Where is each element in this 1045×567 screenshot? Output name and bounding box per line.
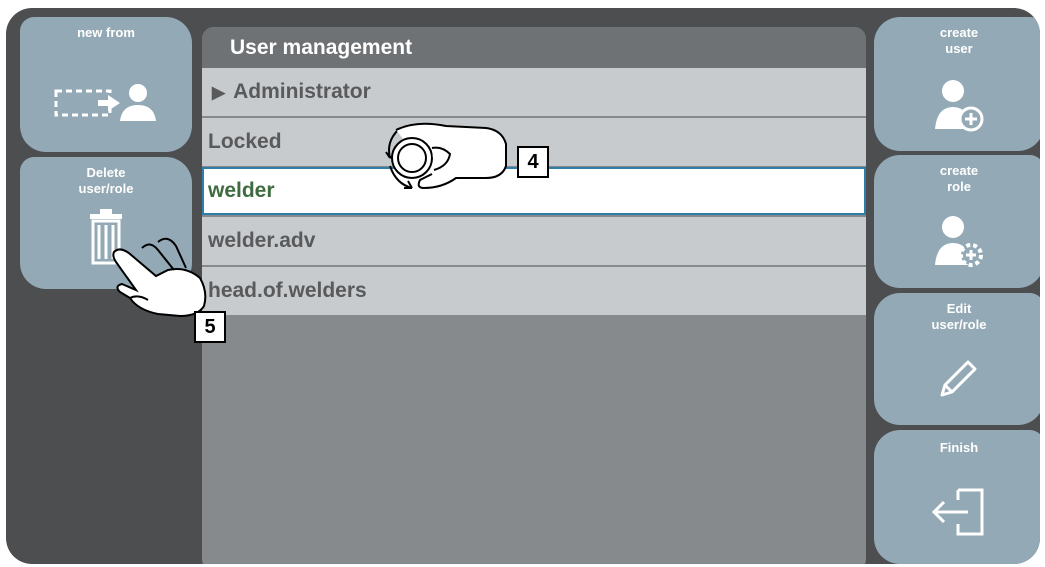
edit-user-role-button[interactable]: Edit user/role [874, 293, 1040, 425]
create-role-label: create role [939, 163, 979, 194]
step-callout-5: 5 [194, 311, 226, 343]
user-list-panel: User management ▶ Administrator Locked we… [202, 27, 866, 564]
create-user-label: create user [939, 25, 979, 56]
create-role-button[interactable]: create role [874, 155, 1040, 288]
exit-icon [931, 488, 984, 536]
step-callout-4: 4 [517, 146, 549, 178]
pointing-hand-icon [112, 237, 207, 318]
new-from-button[interactable]: new from [20, 17, 192, 152]
finish-button[interactable]: Finish [874, 430, 1040, 564]
pencil-icon [940, 360, 977, 397]
finish-label: Finish [939, 440, 979, 455]
create-user-button[interactable]: create user [874, 17, 1040, 151]
add-user-icon [935, 80, 984, 132]
list-item-label: head.of.welders [208, 279, 367, 302]
list-item-label: welder [208, 179, 275, 202]
panel-title: User management [202, 27, 866, 68]
edit-user-role-label: Edit user/role [931, 301, 987, 332]
list-item-label: Administrator [233, 80, 371, 103]
list-item-head-of-welders[interactable]: head.of.welders [202, 267, 866, 315]
delete-user-role-label: Delete user/role [78, 165, 134, 196]
add-role-icon [935, 216, 983, 267]
new-from-label: new from [77, 25, 135, 40]
copy-user-icon [54, 84, 156, 121]
expand-triangle-icon[interactable]: ▶ [212, 83, 225, 102]
list-item-welder-adv[interactable]: welder.adv [202, 217, 866, 265]
list-item-administrator[interactable]: ▶ Administrator [202, 68, 866, 116]
list-item-label: Locked [208, 130, 282, 153]
dial-hand-icon [385, 122, 507, 190]
